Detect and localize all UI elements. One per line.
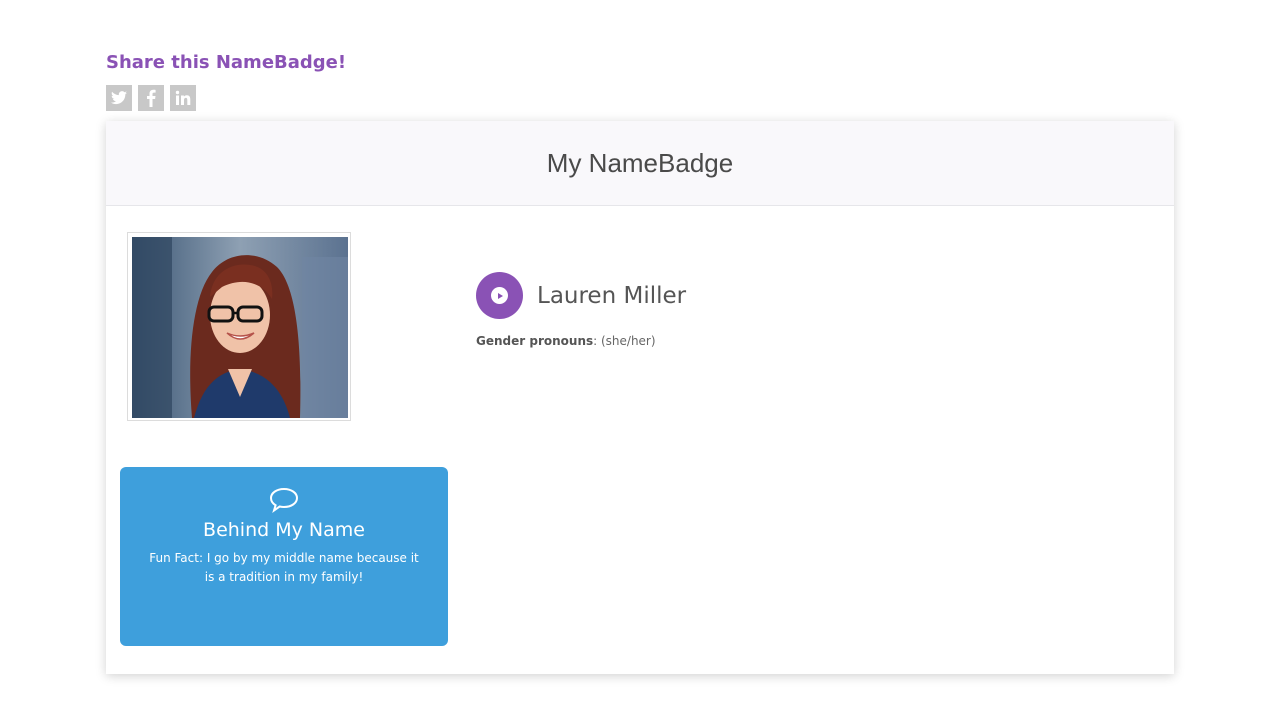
play-name-pronunciation-button[interactable] [476,272,523,319]
linkedin-share-button[interactable] [170,85,196,111]
share-title: Share this NameBadge! [106,52,347,73]
facebook-icon [147,89,156,107]
badge-title: My NameBadge [546,147,734,178]
linkedin-icon [175,90,191,105]
pronouns-label: Gender pronouns [476,334,594,348]
profile-photo-frame [127,232,351,421]
person-name: Lauren Miller [537,282,687,309]
behind-my-name-card: Behind My Name Fun Fact: I go by my midd… [120,467,448,646]
gender-pronouns: Gender pronouns: (she/her) [476,334,656,348]
twitter-share-button[interactable] [106,85,132,111]
play-icon [491,287,508,304]
social-share-buttons [106,85,196,111]
pronouns-value: : (she/her) [593,334,656,348]
badge-header: My NameBadge [106,121,1174,206]
profile-photo [132,237,348,418]
behind-my-name-text: Fun Fact: I go by my middle name because… [149,551,419,584]
speech-bubble-icon [269,487,299,513]
behind-my-name-title: Behind My Name [203,519,365,541]
twitter-icon [111,91,127,105]
facebook-share-button[interactable] [138,85,164,111]
namebadge-card: My NameBadge Lauren Miller Gender pronou… [106,121,1174,674]
name-row: Lauren Miller [476,272,686,319]
